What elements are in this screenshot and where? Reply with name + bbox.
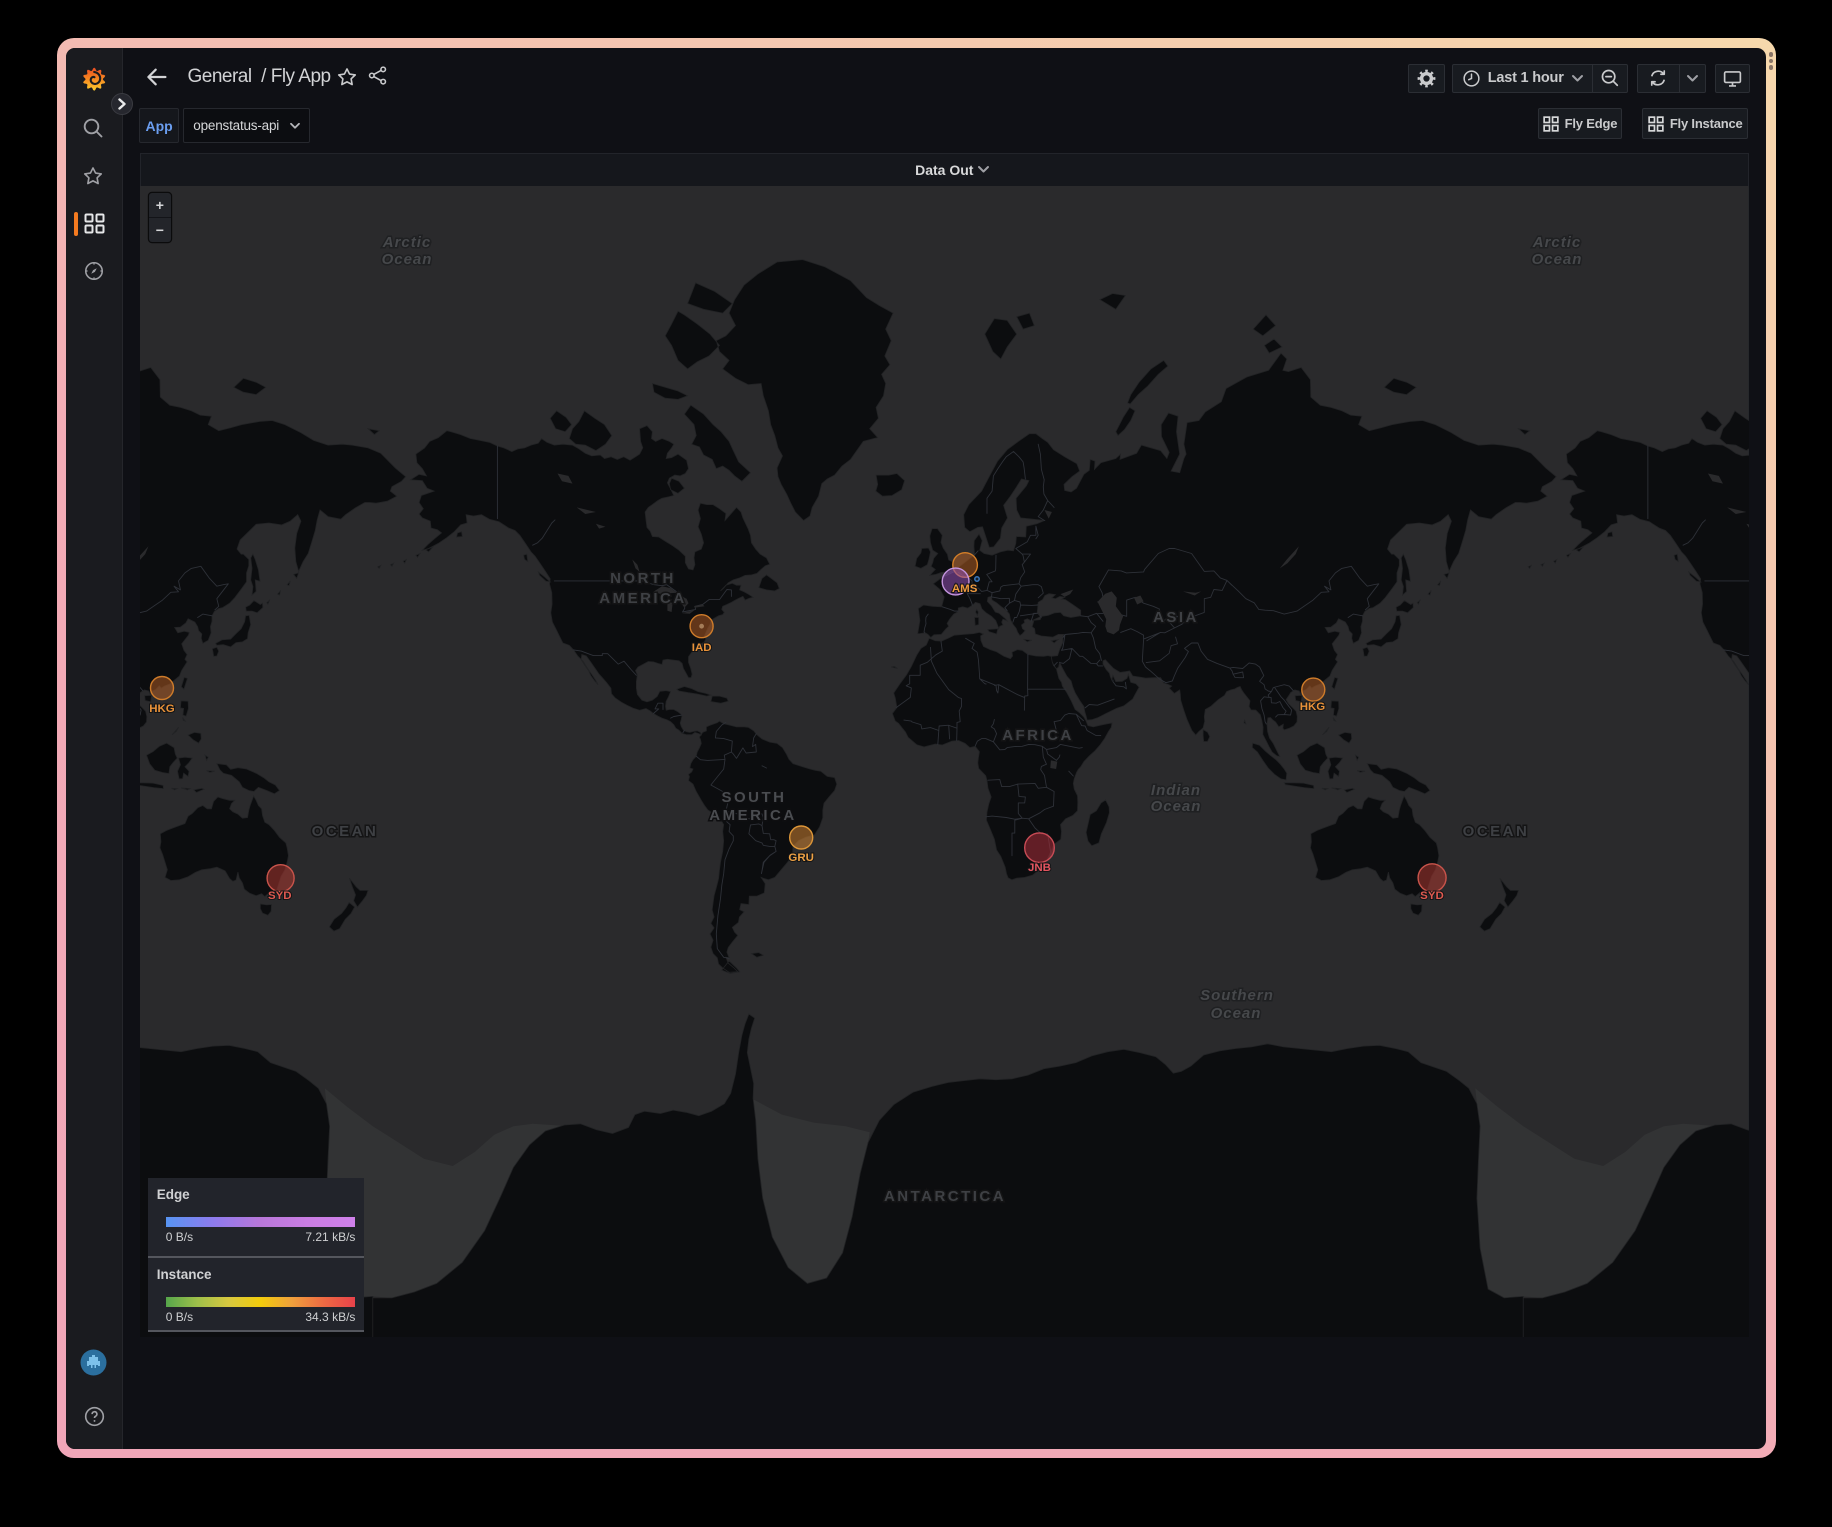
svg-text:NORTH: NORTH (610, 570, 676, 587)
svg-text:SYD: SYD (268, 890, 292, 902)
svg-text:SYD: SYD (1420, 890, 1444, 902)
svg-text:Arctic: Arctic (382, 234, 431, 251)
svg-text:HKG: HKG (149, 703, 175, 715)
svg-text:AFRICA: AFRICA (1002, 727, 1074, 744)
svg-text:ASIA: ASIA (1153, 609, 1199, 626)
svg-text:Ocean: Ocean (1211, 1005, 1262, 1022)
svg-text:OCEAN: OCEAN (1463, 823, 1530, 840)
svg-text:AMS: AMS (952, 583, 978, 595)
svg-text:Arctic: Arctic (1532, 234, 1581, 251)
svg-text:OCEAN: OCEAN (312, 823, 379, 840)
svg-text:ANTARCTICA: ANTARCTICA (884, 1188, 1006, 1205)
svg-text:SOUTH: SOUTH (722, 789, 787, 806)
svg-text:Ocean: Ocean (1151, 798, 1202, 815)
svg-text:JNB: JNB (1028, 862, 1051, 874)
svg-text:HKG: HKG (1300, 701, 1326, 713)
svg-text:GRU: GRU (788, 852, 814, 864)
svg-text:AMERICA: AMERICA (599, 590, 686, 607)
svg-text:Southern: Southern (1200, 987, 1274, 1004)
svg-text:IAD: IAD (692, 642, 712, 654)
svg-text:Ocean: Ocean (1532, 251, 1583, 268)
svg-text:Indian: Indian (1151, 782, 1201, 799)
svg-text:AMERICA: AMERICA (709, 807, 796, 824)
svg-text:Ocean: Ocean (382, 251, 433, 268)
